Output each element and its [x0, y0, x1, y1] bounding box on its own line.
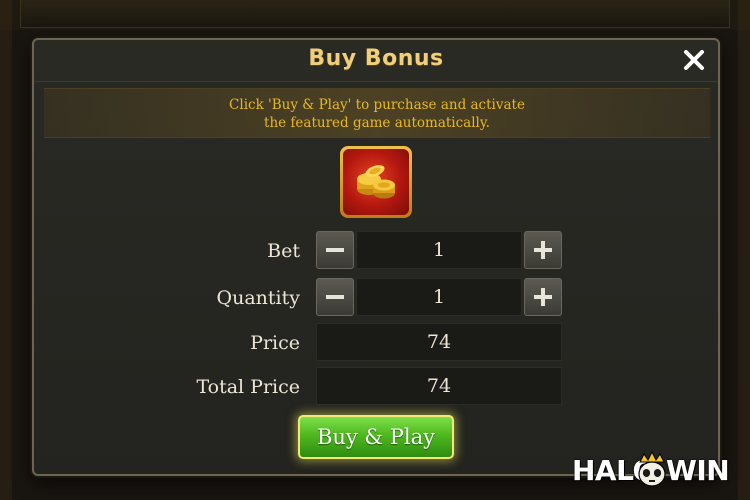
quantity-decrease-button[interactable]	[316, 278, 354, 316]
bet-value: 1	[356, 231, 522, 269]
quantity-value: 1	[356, 278, 522, 316]
instruction-line-2: the featured game automatically.	[264, 115, 490, 131]
feature-icon-background	[343, 149, 409, 215]
skull-crown-icon	[638, 450, 666, 487]
dialog-header: Buy Bonus	[34, 40, 718, 82]
feature-icon-frame	[340, 146, 412, 218]
plus-icon	[534, 288, 552, 306]
close-icon	[684, 50, 704, 70]
price-value: 74	[316, 323, 562, 361]
quantity-label: Quantity	[216, 287, 300, 309]
game-top-bar	[20, 0, 730, 28]
total-price-value: 74	[316, 367, 562, 405]
close-button[interactable]	[680, 46, 708, 74]
logo-text-right: WIN	[666, 454, 730, 487]
dialog-title: Buy Bonus	[308, 46, 444, 71]
price-label: Price	[250, 332, 300, 354]
instruction-banner: Click 'Buy & Play' to purchase and activ…	[44, 88, 710, 138]
bet-label: Bet	[267, 240, 300, 262]
quantity-increase-button[interactable]	[524, 278, 562, 316]
buy-and-play-button[interactable]: Buy & Play	[298, 415, 454, 459]
bet-increase-button[interactable]	[524, 231, 562, 269]
minus-icon	[326, 295, 344, 299]
total-price-label: Total Price	[196, 376, 300, 398]
buy-bonus-dialog: Buy Bonus Click 'Buy & Play' to purchase…	[32, 38, 720, 476]
bet-decrease-button[interactable]	[316, 231, 354, 269]
halowin-logo: HALO WIN	[572, 450, 742, 492]
minus-icon	[326, 248, 344, 252]
plus-icon	[534, 241, 552, 259]
gold-coins-icon	[357, 165, 395, 199]
instruction-line-1: Click 'Buy & Play' to purchase and activ…	[229, 97, 525, 113]
